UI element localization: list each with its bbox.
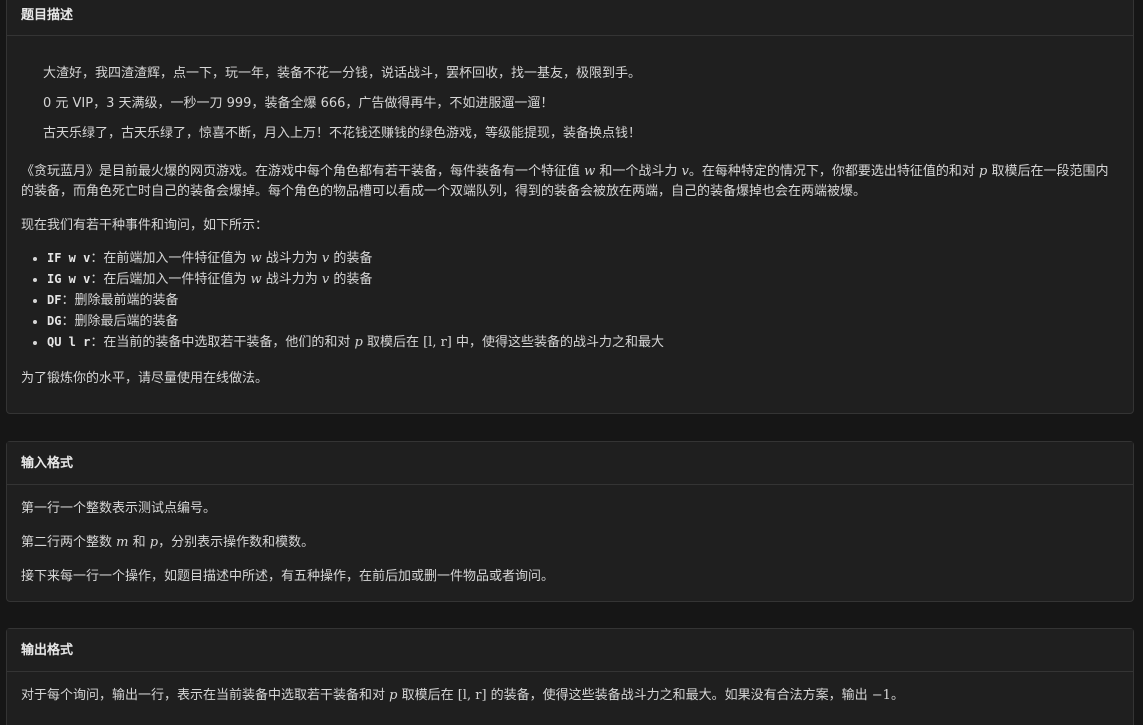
description-paragraph: 《贪玩蓝月》是目前最火爆的网页游戏。在游戏中每个角色都有若干装备，每件装备有一个… — [21, 164, 1109, 199]
op-code: QU l r — [47, 335, 91, 349]
output-header: 输出格式 — [7, 629, 1133, 672]
description-header: 题目描述 — [7, 0, 1133, 36]
quote-line: 古天乐绿了，古天乐绿了，惊喜不断，月入上万！不花钱还赚钱的绿色游戏，等级能提现，… — [43, 126, 642, 141]
input-line-2: 第二行两个整数 m 和 p，分别表示操作数和模数。 — [21, 535, 315, 550]
input-line-3: 接下来每一行一个操作，如题目描述中所述，有五种操作，在前后加或删一件物品或者询问… — [21, 569, 555, 584]
quote-line: 大渣好，我四渣渣辉，点一下，玩一年，装备不花一分钱，说话战斗，罢杯回收，找一基友… — [43, 66, 642, 81]
page: 题目描述 大渣好，我四渣渣辉，点一下，玩一年，装备不花一分钱，说话战斗，罢杯回收… — [0, 0, 1143, 725]
events-intro: 现在我们有若干种事件和询问，如下所示： — [21, 218, 269, 233]
output-card: 输出格式 对于每个询问，输出一行，表示在当前装备中选取若干装备和对 p 取模后在… — [6, 628, 1134, 725]
online-note: 为了锻炼你的水平，请尽量使用在线做法。 — [21, 371, 269, 386]
op-code: IG w v — [47, 272, 91, 286]
description-card: 题目描述 大渣好，我四渣渣辉，点一下，玩一年，装备不花一分钱，说话战斗，罢杯回收… — [6, 0, 1134, 414]
math-w: w — [584, 164, 596, 179]
quote-line: 0 元 VIP，3 天满级，一秒一刀 999，装备全爆 666，广告做得再牛，不… — [43, 96, 554, 111]
input-body: 第一行一个整数表示测试点编号。 第二行两个整数 m 和 p，分别表示操作数和模数… — [7, 499, 1133, 587]
list-item: DG：删除最后端的装备 — [47, 311, 1119, 332]
output-body: 对于每个询问，输出一行，表示在当前装备中选取若干装备和对 p 取模后在 [l, … — [7, 686, 1133, 706]
op-code: DF — [47, 293, 62, 307]
input-header: 输入格式 — [7, 442, 1133, 485]
math-v: v — [681, 164, 689, 179]
input-line-1: 第一行一个整数表示测试点编号。 — [21, 501, 217, 516]
list-item: DF：删除最前端的装备 — [47, 290, 1119, 311]
description-quote: 大渣好，我四渣渣辉，点一下，玩一年，装备不花一分钱，说话战斗，罢杯回收，找一基友… — [21, 36, 1119, 144]
input-card: 输入格式 第一行一个整数表示测试点编号。 第二行两个整数 m 和 p，分别表示操… — [6, 441, 1134, 602]
op-code: DG — [47, 314, 62, 328]
output-line-1: 对于每个询问，输出一行，表示在当前装备中选取若干装备和对 p 取模后在 [l, … — [21, 688, 904, 703]
list-item: IF w v：在前端加入一件特征值为 w 战斗力为 v 的装备 — [47, 248, 1119, 269]
description-body: 大渣好，我四渣渣辉，点一下，玩一年，装备不花一分钱，说话战斗，罢杯回收，找一基友… — [7, 36, 1133, 389]
op-code: IF w v — [47, 251, 91, 265]
operation-list: IF w v：在前端加入一件特征值为 w 战斗力为 v 的装备 IG w v：在… — [21, 248, 1119, 353]
list-item: QU l r：在当前的装备中选取若干装备，他们的和对 p 取模后在 [l, r]… — [47, 332, 1119, 353]
list-item: IG w v：在后端加入一件特征值为 w 战斗力为 v 的装备 — [47, 269, 1119, 290]
